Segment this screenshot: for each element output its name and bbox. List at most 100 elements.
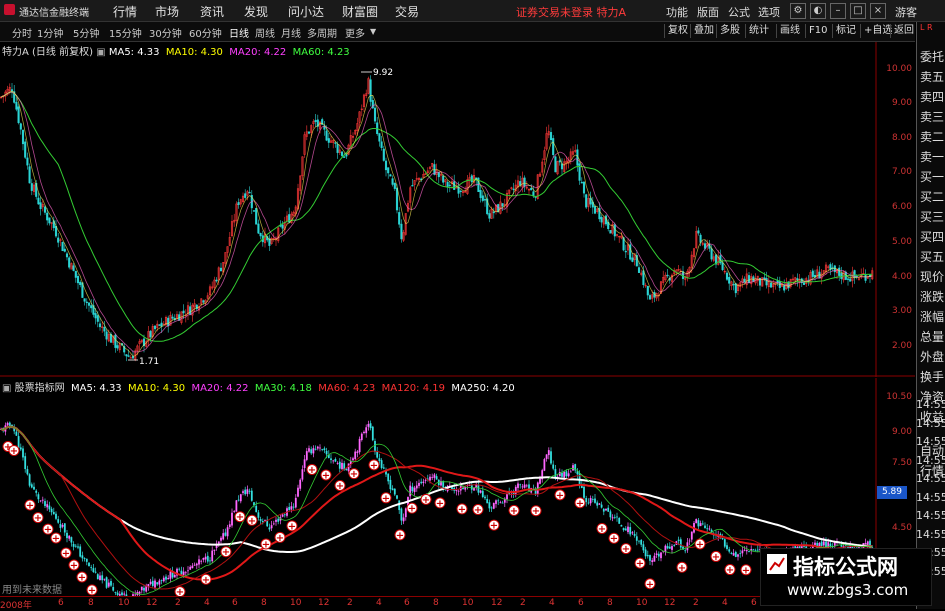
sub-candle-body xyxy=(211,550,214,562)
buy-signal-marker: + xyxy=(724,564,736,576)
stats-button[interactable]: 统计 xyxy=(745,24,772,38)
sub-candle-body xyxy=(28,474,31,486)
tab-fenshi[interactable]: 分时 xyxy=(12,25,32,40)
sub-candle-body xyxy=(481,490,484,498)
sub-candle-body xyxy=(420,481,423,484)
more-chevron-icon[interactable]: ▼ xyxy=(370,27,376,36)
sub-candle-body xyxy=(90,567,93,568)
buy-signal-marker: + xyxy=(200,573,212,586)
tab-5min[interactable]: 5分钟 xyxy=(73,25,99,40)
sub-candle-body xyxy=(393,488,396,495)
sub-candle-body xyxy=(470,484,473,490)
sub-candle-body xyxy=(77,546,79,548)
overlay-button[interactable]: 叠加 xyxy=(690,24,717,38)
x-tick: 8 xyxy=(607,598,613,608)
maximize-icon[interactable]: □ xyxy=(850,3,866,19)
tab-daily[interactable]: 日线 xyxy=(229,25,249,40)
sub-candle-body xyxy=(521,486,524,488)
menu-banmian[interactable]: 版面 xyxy=(697,4,719,20)
menu-shichang[interactable]: 市场 xyxy=(155,3,179,20)
candle-body xyxy=(171,316,174,319)
sub-candle-body xyxy=(620,525,623,527)
fuquan-button[interactable]: 复权 xyxy=(664,24,691,38)
sub-candle-body xyxy=(259,519,262,521)
tab-multi-period[interactable]: 多周期 xyxy=(307,25,337,40)
tab-monthly[interactable]: 月线 xyxy=(281,25,301,40)
x-tick: 2 xyxy=(520,598,526,608)
sub-candle-body xyxy=(525,485,528,487)
buy-signal-marker: + xyxy=(50,532,62,545)
candle-body xyxy=(802,282,806,285)
y-tick: 7.00 xyxy=(891,167,912,177)
side-buy1: 买一 xyxy=(920,170,945,184)
sub-candle-body xyxy=(88,562,90,567)
sub-candle-body xyxy=(673,545,676,546)
multi-stock-button[interactable]: 多股 xyxy=(716,24,743,38)
menu-faxian[interactable]: 发现 xyxy=(244,3,268,20)
menu-jiaoyi[interactable]: 交易 xyxy=(395,3,419,20)
menu-hangqing[interactable]: 行情 xyxy=(113,3,137,20)
svg-text:+: + xyxy=(34,513,42,524)
sub-candle-body xyxy=(745,550,748,552)
minimize-icon[interactable]: – xyxy=(830,3,846,19)
candle-body xyxy=(437,172,440,178)
menu-gongshi[interactable]: 公式 xyxy=(728,4,750,20)
trade-notice[interactable]: 证券交易未登录 特力A xyxy=(516,4,626,20)
back-button[interactable]: 返回 xyxy=(890,24,917,38)
close-icon[interactable]: × xyxy=(870,3,886,19)
candle-body xyxy=(479,190,482,198)
sub-candle-body xyxy=(565,471,568,477)
f10-button[interactable]: F10 xyxy=(805,24,830,38)
ma10-label: MA10: 4.30 xyxy=(165,47,223,58)
candle-body xyxy=(114,334,117,348)
buy-signal-marker: + xyxy=(634,557,646,570)
ma-settings-icon[interactable]: ▣ xyxy=(96,47,105,58)
candle-body xyxy=(116,345,119,349)
skin-icon[interactable]: ◐ xyxy=(810,3,826,19)
indicator-settings-icon[interactable]: ▣ xyxy=(2,383,11,394)
main-kline-chart[interactable]: 9.92 1.71 xyxy=(0,42,915,377)
sub-candle-body xyxy=(112,587,115,591)
draw-line-button[interactable]: 画线 xyxy=(776,24,803,38)
sub-candle-body xyxy=(657,553,660,557)
sub-candle-body xyxy=(429,476,431,481)
sub-candle-body xyxy=(686,542,689,551)
ma20-label: MA20: 4.22 xyxy=(229,47,287,58)
candle-body xyxy=(248,191,251,194)
sub-candle-body xyxy=(640,539,643,545)
menu-zixun[interactable]: 资讯 xyxy=(200,3,224,20)
sub-candle-body xyxy=(290,506,293,510)
settings-icon[interactable]: ⚙ xyxy=(790,3,806,19)
candle-body xyxy=(15,101,18,110)
side-buy2: 买二 xyxy=(920,190,945,204)
candle-body xyxy=(167,317,170,327)
y-tick: 4.00 xyxy=(891,272,912,282)
menu-caifuquan[interactable]: 财富圈 xyxy=(342,3,378,20)
y-tick: 3.00 xyxy=(891,306,912,316)
sub-candle-body xyxy=(519,484,522,486)
sub-y-tick: 4.50 xyxy=(891,523,912,533)
side-weituo[interactable]: 委托 xyxy=(920,48,944,65)
sub-chart-header: ▣ 股票指标网 MA5: 4.33 MA10: 4.30 MA20: 4.22 … xyxy=(2,379,515,394)
tab-more[interactable]: 更多 xyxy=(345,25,365,40)
tab-15min[interactable]: 15分钟 xyxy=(109,25,142,40)
buy-signal-marker: + xyxy=(68,559,80,572)
sub-candle-body xyxy=(193,564,196,566)
buy-signal-marker: + xyxy=(406,502,418,515)
candle-body xyxy=(336,144,339,153)
guest-login[interactable]: 游客 xyxy=(895,4,917,20)
sub-candle-body xyxy=(228,524,231,527)
side-tick: 14:55 xyxy=(916,435,945,448)
sub-candle-body xyxy=(433,474,436,478)
tab-60min[interactable]: 60分钟 xyxy=(189,25,222,40)
mark-button[interactable]: 标记 xyxy=(832,24,859,38)
sub-candle-body xyxy=(490,507,493,509)
tab-30min[interactable]: 30分钟 xyxy=(149,25,182,40)
menu-xuanxiang[interactable]: 选项 xyxy=(758,4,780,20)
menu-wenxiaoda[interactable]: 问小达 xyxy=(288,3,324,20)
tab-1min[interactable]: 1分钟 xyxy=(37,25,63,40)
sub-candle-body xyxy=(600,504,603,508)
sub-candle-body xyxy=(288,506,291,511)
menu-gongneng[interactable]: 功能 xyxy=(666,4,688,20)
tab-weekly[interactable]: 周线 xyxy=(255,25,275,40)
